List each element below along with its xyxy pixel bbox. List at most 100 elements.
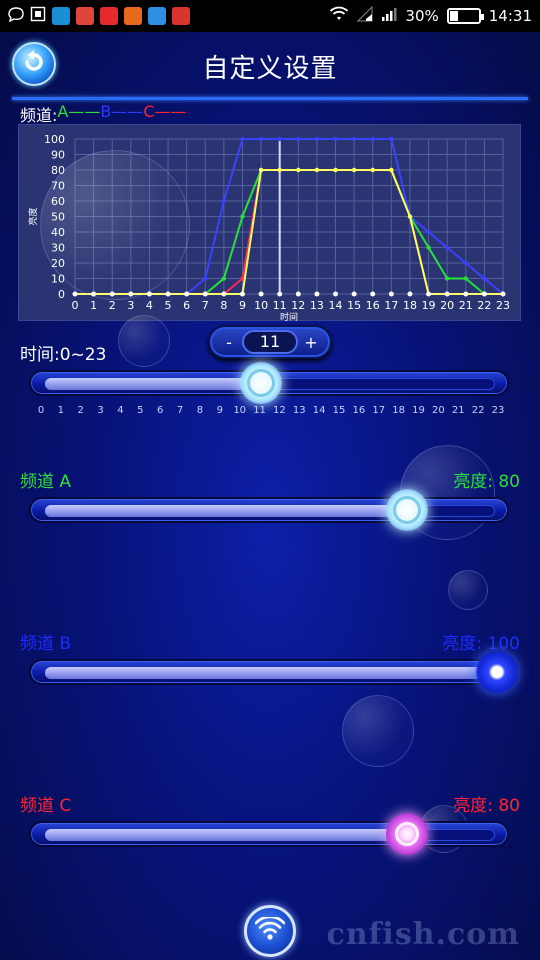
time-slider[interactable] xyxy=(29,362,509,404)
baseline-point xyxy=(388,291,394,297)
channel-a-slider[interactable] xyxy=(29,489,509,531)
y-tick-label: 100 xyxy=(44,133,65,146)
legend-label: 频道: xyxy=(20,106,58,125)
x-tick-label: 17 xyxy=(384,299,398,312)
x-tick-label: 21 xyxy=(459,299,473,312)
time-tick-label: 9 xyxy=(216,405,223,416)
time-range-label: 时间:0~23 xyxy=(20,345,107,365)
bubble-decor xyxy=(448,570,488,610)
x-tick-label: 16 xyxy=(366,299,380,312)
x-tick-label: 0 xyxy=(72,299,79,312)
x-tick-label: 4 xyxy=(146,299,153,312)
page-title: 自定义设置 xyxy=(202,54,338,84)
x-tick-label: 8 xyxy=(220,299,227,312)
baseline-point xyxy=(202,291,208,297)
data-point xyxy=(444,276,450,281)
cell-signal-icon-2 xyxy=(381,6,397,26)
legend-c: C—— xyxy=(143,102,187,121)
channel-a-label: 频道 A xyxy=(20,472,72,492)
data-point xyxy=(333,136,338,142)
x-tick-label: 15 xyxy=(347,299,361,312)
channel-c-slider[interactable] xyxy=(29,813,509,855)
hour-value[interactable]: 11 xyxy=(242,330,298,354)
slider-thumb[interactable] xyxy=(385,813,428,855)
time-tick-label: 8 xyxy=(196,405,204,416)
cell-signal-icon-1 xyxy=(357,5,373,26)
increment-button[interactable]: + xyxy=(302,333,320,352)
data-point xyxy=(389,167,394,173)
baseline-point xyxy=(463,291,469,297)
header-divider xyxy=(12,97,528,100)
chart-legend: 频道: A—— B—— C—— xyxy=(20,102,187,126)
data-point xyxy=(240,136,245,142)
baseline-point xyxy=(221,291,227,297)
x-tick-label: 7 xyxy=(202,299,209,312)
send-icon xyxy=(148,7,166,25)
wifi-connect-button[interactable] xyxy=(244,905,296,957)
hour-stepper: - 11 + xyxy=(208,325,332,359)
data-point xyxy=(221,276,227,281)
legend-a: A—— xyxy=(57,102,101,121)
data-point xyxy=(258,136,264,142)
baseline-point xyxy=(277,291,283,297)
channel-c-label: 频道 C xyxy=(20,796,72,816)
battery-icon xyxy=(446,8,484,24)
baseline-point xyxy=(295,291,301,297)
time-tick-label: 7 xyxy=(176,405,184,416)
bubble-decor xyxy=(118,315,170,367)
slider-thumb[interactable] xyxy=(476,651,518,693)
data-point xyxy=(482,276,487,281)
slider-thumb[interactable] xyxy=(240,362,283,404)
data-point xyxy=(426,245,431,250)
baseline-point xyxy=(184,291,190,297)
time-tick-label: 0 xyxy=(37,405,45,416)
time-tick-label: 15 xyxy=(332,405,346,416)
battery-percent: 30% xyxy=(405,7,439,25)
time-tick-label: 21 xyxy=(451,405,465,416)
data-point xyxy=(463,260,468,266)
x-tick-label: 11 xyxy=(273,299,287,312)
channel-b-slider[interactable] xyxy=(29,651,518,693)
time-tick-label: 6 xyxy=(157,405,164,416)
data-point xyxy=(463,276,468,281)
weibo-icon xyxy=(76,7,94,25)
baseline-point xyxy=(351,291,357,297)
data-point xyxy=(258,167,264,173)
data-point xyxy=(370,136,375,142)
chat-icon xyxy=(8,6,24,26)
time-tick-label: 14 xyxy=(312,405,326,416)
bubble-decor xyxy=(40,150,190,300)
data-point xyxy=(370,167,375,173)
data-point xyxy=(296,167,301,173)
time-tick-label: 17 xyxy=(372,405,386,416)
watermark: cnfish.com xyxy=(326,917,520,952)
x-tick-label: 12 xyxy=(291,299,305,312)
time-tick-label: 20 xyxy=(432,405,445,416)
data-point xyxy=(203,276,208,281)
data-point xyxy=(333,167,338,173)
baseline-point xyxy=(165,291,171,297)
data-point xyxy=(277,136,282,142)
bubble-decor xyxy=(342,695,414,767)
data-point xyxy=(389,136,394,142)
slider-thumb[interactable] xyxy=(385,489,428,531)
x-tick-label: 3 xyxy=(127,299,134,312)
data-point xyxy=(351,136,357,142)
data-point xyxy=(277,167,282,173)
y-tick-label: 0 xyxy=(58,288,65,301)
slider-fill xyxy=(45,505,407,517)
notification-icons xyxy=(8,6,190,26)
baseline-point xyxy=(239,291,245,297)
x-tick-label: 13 xyxy=(310,299,324,312)
time-tick-label: 13 xyxy=(292,405,306,416)
baseline-point xyxy=(314,291,320,297)
app-icon-1 xyxy=(52,7,70,25)
slider-fill xyxy=(45,378,262,390)
baseline-point xyxy=(407,291,413,297)
data-point xyxy=(407,214,413,219)
time-tick-label: 12 xyxy=(273,405,286,416)
x-tick-label: 14 xyxy=(329,299,343,312)
decrement-button[interactable]: - xyxy=(220,333,238,352)
screenshot-icon xyxy=(30,6,46,26)
wifi-signal-icon xyxy=(329,6,349,26)
